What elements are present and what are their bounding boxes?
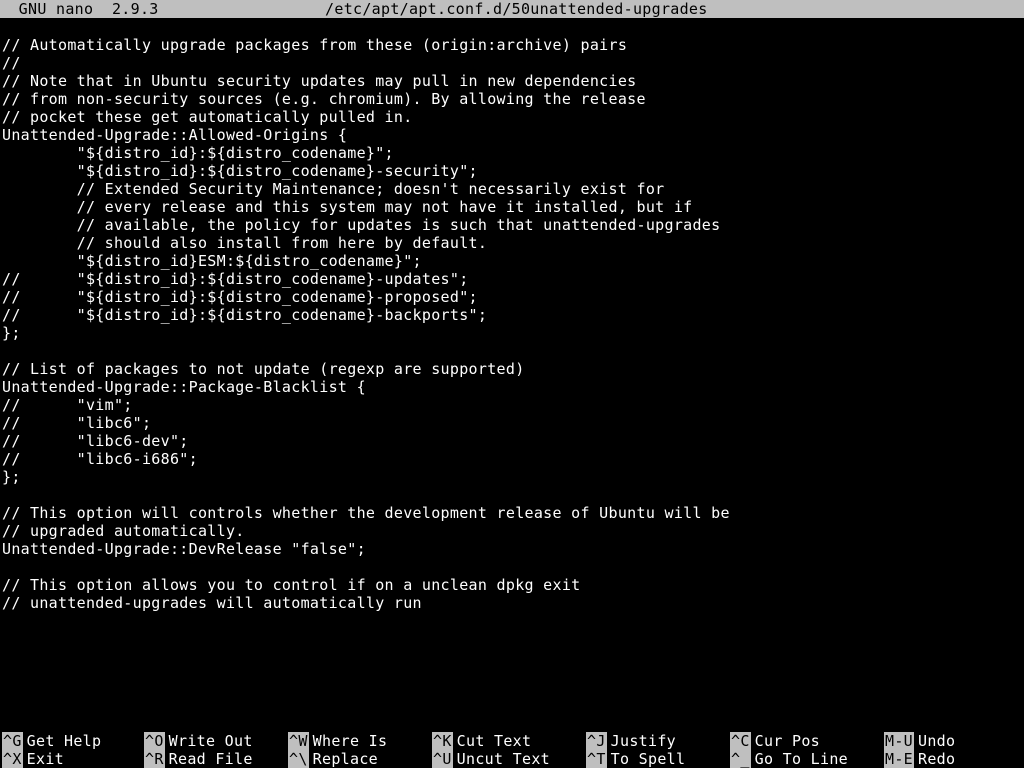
shortcut-item[interactable]: ^CCur Pos <box>730 732 884 750</box>
buffer-line: // Extended Security Maintenance; doesn'… <box>0 180 1024 198</box>
buffer-line: }; <box>0 468 1024 486</box>
buffer-line: // every release and this system may not… <box>0 198 1024 216</box>
shortcut-item[interactable]: ^JJustify <box>586 732 730 750</box>
shortcut-key: M-E <box>884 750 914 768</box>
shortcut-key: ^J <box>586 732 607 750</box>
shortcut-key: ^O <box>144 732 165 750</box>
buffer-line: // <box>0 54 1024 72</box>
buffer-line: // should also install from here by defa… <box>0 234 1024 252</box>
buffer-line <box>0 486 1024 504</box>
shortcut-item[interactable]: ^RRead File <box>144 750 288 768</box>
shortcut-key: ^G <box>2 732 23 750</box>
shortcut-item[interactable]: ^WWhere Is <box>288 732 432 750</box>
buffer-line: // "vim"; <box>0 396 1024 414</box>
buffer-line: // List of packages to not update (regex… <box>0 360 1024 378</box>
shortcut-key: ^K <box>432 732 453 750</box>
shortcut-label: Uncut Text <box>453 750 550 768</box>
buffer-line: "${distro_id}:${distro_codename}-securit… <box>0 162 1024 180</box>
shortcut-label: Cut Text <box>453 732 532 750</box>
shortcut-label: Redo <box>914 750 955 768</box>
buffer-line <box>0 18 1024 36</box>
buffer-line: // Note that in Ubuntu security updates … <box>0 72 1024 90</box>
shortcut-key: ^_ <box>730 750 751 768</box>
buffer-line: // "${distro_id}:${distro_codename}-prop… <box>0 288 1024 306</box>
buffer-line: }; <box>0 324 1024 342</box>
shortcut-label: Write Out <box>165 732 253 750</box>
buffer-line: Unattended-Upgrade::Allowed-Origins { <box>0 126 1024 144</box>
buffer-line: Unattended-Upgrade::DevRelease "false"; <box>0 540 1024 558</box>
shortcut-item[interactable]: ^\Replace <box>288 750 432 768</box>
shortcut-label: Read File <box>165 750 253 768</box>
shortcut-key: ^W <box>288 732 309 750</box>
title-bar: GNU nano 2.9.3 /etc/apt/apt.conf.d/50una… <box>0 0 1024 18</box>
buffer-line: // available, the policy for updates is … <box>0 216 1024 234</box>
buffer-line: // "${distro_id}:${distro_codename}-upda… <box>0 270 1024 288</box>
buffer-line: // Automatically upgrade packages from t… <box>0 36 1024 54</box>
shortcut-row-1: ^GGet Help^OWrite Out^WWhere Is^KCut Tex… <box>0 732 1024 750</box>
buffer-line: // unattended-upgrades will automaticall… <box>0 594 1024 612</box>
shortcut-key: ^\ <box>288 750 309 768</box>
shortcut-item[interactable]: ^_Go To Line <box>730 750 884 768</box>
buffer-line <box>0 342 1024 360</box>
shortcut-key: ^U <box>432 750 453 768</box>
shortcut-row-2: ^XExit^RRead File^\Replace^UUncut Text^T… <box>0 750 1024 768</box>
shortcut-item[interactable]: M-UUndo <box>884 732 1022 750</box>
buffer-line: // from non-security sources (e.g. chrom… <box>0 90 1024 108</box>
shortcut-bar: ^GGet Help^OWrite Out^WWhere Is^KCut Tex… <box>0 732 1024 768</box>
buffer-line: // pocket these get automatically pulled… <box>0 108 1024 126</box>
file-path: /etc/apt/apt.conf.d/50unattended-upgrade… <box>159 0 874 18</box>
buffer-line: // This option allows you to control if … <box>0 576 1024 594</box>
shortcut-label: To Spell <box>607 750 686 768</box>
buffer-line: // upgraded automatically. <box>0 522 1024 540</box>
editor-buffer[interactable]: // Automatically upgrade packages from t… <box>0 18 1024 732</box>
shortcut-label: Where Is <box>309 732 388 750</box>
shortcut-key: ^R <box>144 750 165 768</box>
shortcut-label: Go To Line <box>751 750 848 768</box>
shortcut-label: Get Help <box>23 732 102 750</box>
buffer-line: "${distro_id}:${distro_codename}"; <box>0 144 1024 162</box>
shortcut-item[interactable]: ^OWrite Out <box>144 732 288 750</box>
buffer-line: // "${distro_id}:${distro_codename}-back… <box>0 306 1024 324</box>
buffer-line <box>0 558 1024 576</box>
shortcut-item[interactable]: ^TTo Spell <box>586 750 730 768</box>
shortcut-key: ^T <box>586 750 607 768</box>
shortcut-key: ^C <box>730 732 751 750</box>
shortcut-item[interactable]: M-ERedo <box>884 750 1022 768</box>
buffer-line: // "libc6-i686"; <box>0 450 1024 468</box>
shortcut-label: Undo <box>914 732 955 750</box>
buffer-line: // "libc6-dev"; <box>0 432 1024 450</box>
shortcut-item[interactable]: ^GGet Help <box>0 732 144 750</box>
shortcut-label: Replace <box>309 750 378 768</box>
shortcut-label: Justify <box>607 732 676 750</box>
shortcut-label: Exit <box>23 750 64 768</box>
shortcut-key: M-U <box>884 732 914 750</box>
shortcut-key: ^X <box>2 750 23 768</box>
shortcut-label: Cur Pos <box>751 732 820 750</box>
shortcut-item[interactable]: ^UUncut Text <box>432 750 586 768</box>
shortcut-item[interactable]: ^KCut Text <box>432 732 586 750</box>
shortcut-item[interactable]: ^XExit <box>0 750 144 768</box>
buffer-line: // This option will controls whether the… <box>0 504 1024 522</box>
buffer-line: // "libc6"; <box>0 414 1024 432</box>
app-name: GNU nano 2.9.3 <box>0 0 159 18</box>
buffer-line: Unattended-Upgrade::Package-Blacklist { <box>0 378 1024 396</box>
buffer-line: "${distro_id}ESM:${distro_codename}"; <box>0 252 1024 270</box>
